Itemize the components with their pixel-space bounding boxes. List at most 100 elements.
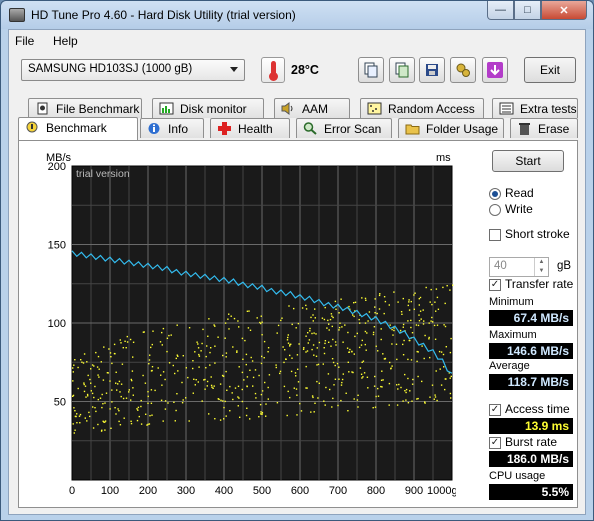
access-time-point [211, 386, 213, 388]
access-time-point [119, 391, 121, 393]
access-time-point [73, 364, 75, 366]
access-time-point [277, 324, 280, 327]
access-time-point [366, 376, 369, 378]
access-time-point [437, 308, 440, 310]
minimize-button[interactable]: — [487, 1, 514, 20]
short-stroke-checkbox[interactable] [489, 229, 501, 241]
access-time-point [338, 366, 340, 368]
copy-screenshot-button[interactable] [389, 57, 415, 83]
menu-file[interactable]: File [15, 34, 34, 48]
spin-down-icon[interactable]: ▼ [534, 267, 548, 276]
access-time-point [97, 374, 99, 376]
app-icon [9, 8, 25, 22]
access-time-point [86, 420, 88, 422]
access-time-point [146, 424, 148, 426]
tab-aam[interactable]: AAM [274, 98, 350, 118]
access-time-point [422, 323, 425, 325]
exit-button[interactable]: Exit [524, 57, 576, 83]
write-radio[interactable] [489, 204, 501, 216]
access-time-point [312, 320, 314, 322]
access-time-point [445, 378, 447, 380]
access-time-point [338, 312, 340, 314]
access-time-point [144, 382, 147, 384]
tab-file-benchmark[interactable]: File Benchmark [28, 98, 142, 118]
access-time-point [210, 347, 212, 349]
tab-health[interactable]: Health [210, 118, 290, 138]
burst-rate-label: Burst rate [505, 435, 558, 449]
access-time-point [160, 374, 162, 376]
tab-erase[interactable]: Erase [510, 118, 578, 138]
access-time-point [237, 385, 240, 387]
access-time-point [74, 410, 76, 412]
access-time-point [125, 397, 128, 399]
access-time-point [425, 286, 427, 289]
access-time-point [125, 347, 127, 349]
access-time-point [404, 373, 406, 376]
short-stroke-spinner[interactable]: 40 ▲ ▼ [489, 257, 549, 277]
drive-select-value: SAMSUNG HD103SJ (1000 gB) [28, 63, 193, 75]
access-time-point [407, 358, 409, 361]
access-time-point [249, 369, 251, 371]
copy-text-button[interactable] [358, 57, 384, 83]
options-button[interactable] [450, 57, 476, 83]
access-time-point [365, 299, 367, 301]
download-button[interactable] [482, 57, 508, 83]
access-time-point [306, 387, 308, 389]
access-time-point [100, 361, 102, 363]
spin-up-icon[interactable]: ▲ [534, 258, 548, 267]
tab-error-scan[interactable]: Error Scan [296, 118, 392, 138]
tab-info[interactable]: Info [140, 118, 204, 138]
short-stroke-unit: gB [557, 260, 572, 272]
tab-disk-monitor[interactable]: Disk monitor [152, 98, 264, 118]
tab-extra-tests[interactable]: Extra tests [492, 98, 578, 118]
chevron-down-icon [230, 67, 238, 72]
access-time-point [174, 372, 176, 375]
tab-folder-usage[interactable]: Folder Usage [398, 118, 504, 138]
access-time-point [338, 378, 340, 380]
access-time-point [109, 352, 112, 354]
transfer-rate-checkbox[interactable]: ✓ [489, 279, 501, 291]
gears-icon [456, 63, 470, 77]
menu-help[interactable]: Help [53, 34, 78, 48]
access-time-point [87, 374, 89, 377]
access-time-point [353, 315, 355, 318]
access-time-point [120, 342, 122, 344]
access-time-point [175, 357, 177, 360]
access-time-point [206, 345, 208, 347]
access-time-point [182, 355, 184, 357]
access-time-point [400, 311, 403, 313]
access-time-point [315, 333, 317, 335]
tab-benchmark[interactable]: Benchmark [18, 117, 138, 140]
access-time-point [72, 371, 74, 373]
access-time-point [104, 429, 106, 431]
read-radio[interactable] [489, 188, 501, 200]
access-time-point [420, 318, 422, 320]
tab-random-access[interactable]: Random Access [360, 98, 484, 118]
access-time-point [296, 394, 298, 396]
access-time-point [72, 423, 74, 425]
access-time-point [279, 372, 281, 375]
maximize-button[interactable]: □ [514, 1, 541, 20]
access-time-point [267, 386, 269, 389]
start-button[interactable]: Start [492, 150, 564, 172]
close-button[interactable]: ✕ [541, 1, 587, 20]
access-time-point [291, 357, 293, 359]
access-time-point [84, 417, 86, 419]
access-time-point [148, 423, 151, 425]
drive-select[interactable]: SAMSUNG HD103SJ (1000 gB) [21, 59, 245, 81]
access-time-point [210, 384, 213, 387]
access-time-point [345, 392, 347, 394]
access-time-point [323, 352, 326, 355]
save-button[interactable] [419, 57, 445, 83]
access-time-point [341, 378, 344, 381]
access-time-point [430, 320, 432, 322]
access-time-point [396, 384, 398, 386]
access-time-point [313, 354, 315, 356]
access-time-point [260, 411, 262, 413]
access-time-point [109, 408, 111, 410]
access-time-checkbox[interactable]: ✓ [489, 404, 501, 416]
access-time-point [103, 346, 105, 348]
access-time-point [391, 365, 393, 367]
burst-rate-checkbox[interactable]: ✓ [489, 437, 501, 449]
access-time-value: 13.9 ms [489, 418, 573, 434]
